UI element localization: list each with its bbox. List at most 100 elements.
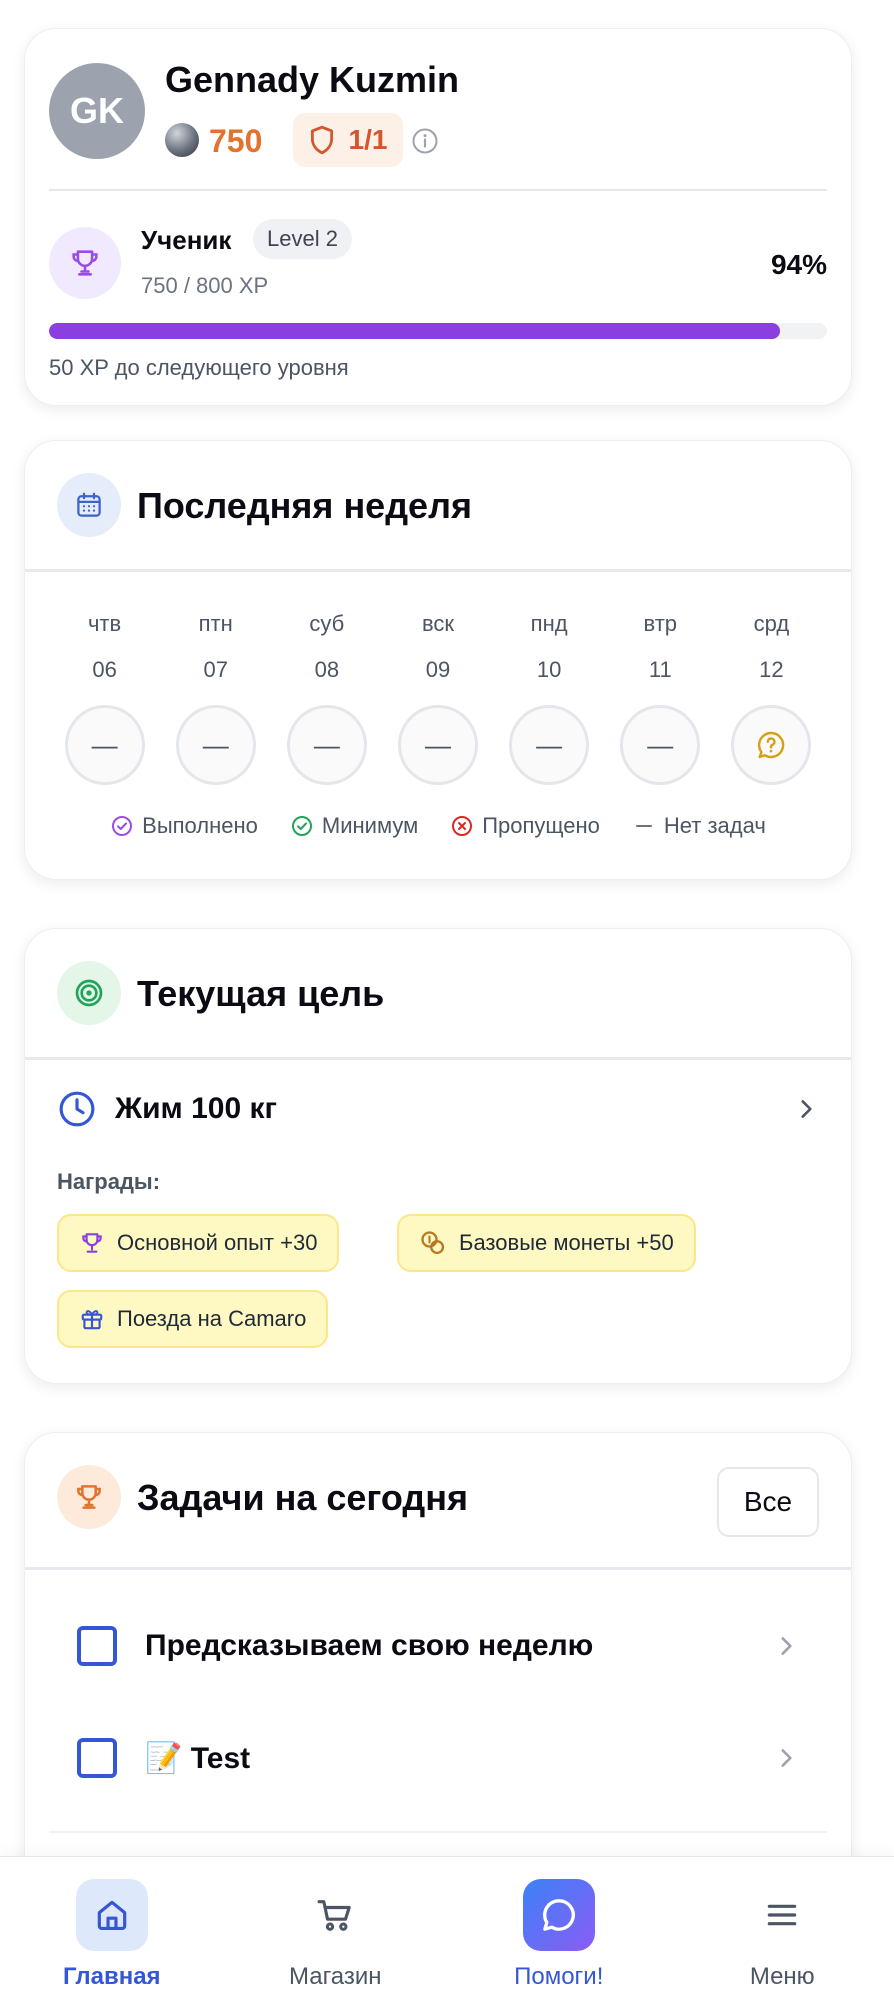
legend-minimum: Минимум [290, 813, 418, 839]
day-number: 11 [648, 657, 672, 682]
day-column[interactable]: пнд 10 — [494, 611, 605, 785]
reward-chip: Базовые монеты +50 [397, 1214, 696, 1272]
day-name: птн [198, 611, 233, 636]
profile-card: GK Gennady Kuzmin 750 1/1 Ученик Level 2… [24, 28, 852, 406]
coins-icon [421, 1231, 445, 1255]
tasks-title: Задачи на сегодня [137, 1477, 469, 1518]
day-column[interactable]: птн 07 — [160, 611, 271, 785]
avatar[interactable]: GK [49, 63, 145, 159]
home-icon [97, 1900, 126, 1931]
legend-done: Выполнено [110, 813, 258, 839]
day-name: вск [421, 611, 455, 636]
all-tasks-button[interactable]: Все [717, 1467, 819, 1537]
task-item[interactable]: 📝 Test [77, 1723, 799, 1793]
goal-name: Жим 100 кг [115, 1092, 277, 1125]
nav-help-label: Помоги! [514, 1963, 604, 1990]
reward-label: Основной опыт +30 [117, 1230, 318, 1255]
week-header-divider [25, 569, 851, 572]
trophy-icon [72, 250, 98, 276]
nav-help[interactable]: Помоги! [447, 1857, 671, 2008]
nav-menu-label: Меню [749, 1963, 815, 1990]
shield-icon [310, 125, 333, 155]
xp-progress-text: 750 / 800 XP [141, 273, 269, 298]
coin-icon [165, 123, 199, 157]
day-status-circle[interactable]: — [286, 705, 367, 785]
day-status-circle[interactable]: — [175, 705, 256, 785]
goal-header-divider [25, 1057, 851, 1060]
day-column[interactable]: вск 09 — [382, 611, 493, 785]
chevron-right-icon [801, 1100, 812, 1118]
trophy-icon [82, 1233, 102, 1253]
coin-balance: 750 [209, 123, 263, 159]
day-column-today[interactable]: срд 12 [716, 611, 827, 785]
chevron-right-icon [781, 1637, 792, 1655]
user-name: Gennady Kuzmin [165, 59, 460, 100]
dash-icon [635, 825, 652, 827]
goal-card: Текущая цель Жим 100 кг Награды: Основно… [24, 928, 852, 1384]
day-status-circle[interactable]: — [620, 705, 701, 785]
task-list-divider [49, 1831, 827, 1833]
day-name: втр [643, 611, 678, 636]
info-icon[interactable] [411, 127, 439, 155]
task-title: Предсказываем свою неделю [145, 1629, 594, 1662]
day-column[interactable]: чтв 06 — [49, 611, 160, 785]
legend-none: Нет задач [632, 813, 766, 839]
rewards-label: Награды: [57, 1169, 161, 1194]
chat-bubble-icon [542, 1899, 575, 1931]
legend-missed-label: Пропущено [482, 813, 600, 838]
level-title: Ученик [141, 225, 232, 255]
current-goal-row[interactable]: Жим 100 кг [57, 1081, 819, 1137]
reward-label: Базовые монеты +50 [459, 1230, 674, 1255]
level-badge: Level 2 [253, 219, 352, 259]
goal-card-title: Текущая цель [137, 973, 385, 1014]
check-circle-purple-icon [112, 816, 133, 836]
day-number: 10 [536, 657, 562, 682]
chevron-right-icon [781, 1749, 792, 1767]
shield-badge[interactable]: 1/1 [293, 113, 403, 167]
check-circle-green-icon [291, 816, 312, 836]
home-screen: GK Gennady Kuzmin 750 1/1 Ученик Level 2… [0, 0, 894, 2008]
nav-home[interactable]: Главная [0, 1857, 224, 2008]
task-checkbox[interactable] [77, 1626, 117, 1666]
nav-home-label: Главная [62, 1963, 161, 1990]
day-status-circle-today[interactable] [731, 705, 812, 785]
day-name: суб [309, 611, 345, 636]
trophy-icon [77, 1485, 101, 1509]
day-number: 08 [314, 657, 340, 682]
nav-shop-label: Магазин [288, 1963, 382, 1990]
week-title: Последняя неделя [137, 485, 472, 526]
week-days: чтв 06 — птн 07 — суб 08 — вск 09 — пнд [49, 611, 827, 785]
task-checkbox[interactable] [77, 1738, 117, 1778]
cart-icon [317, 1900, 351, 1931]
profile-divider [49, 189, 827, 191]
day-status-circle[interactable]: — [64, 705, 145, 785]
reward-chip: Основной опыт +30 [57, 1214, 340, 1272]
day-number: 12 [759, 657, 784, 682]
gift-icon [81, 1310, 103, 1330]
legend-minimum-label: Минимум [321, 813, 419, 838]
shield-count: 1/1 [348, 124, 388, 155]
legend-missed: Пропущено [450, 813, 600, 839]
task-title: 📝 Test [145, 1741, 251, 1775]
day-number: 06 [92, 657, 117, 682]
day-number: 09 [425, 657, 451, 682]
xp-progress-fill [49, 323, 781, 339]
xp-to-next-level: 50 XP до следующего уровня [49, 355, 349, 380]
day-column[interactable]: втр 11 — [605, 611, 716, 785]
day-name: пнд [530, 611, 568, 636]
day-column[interactable]: суб 08 — [271, 611, 382, 785]
calendar-icon [77, 492, 101, 517]
day-status-circle[interactable]: — [509, 705, 590, 785]
legend-none-label: Нет задач [663, 813, 766, 838]
task-item[interactable]: Предсказываем свою неделю [77, 1611, 799, 1681]
x-circle-icon [452, 816, 473, 836]
nav-shop[interactable]: Магазин [224, 1857, 448, 2008]
target-icon-badge [57, 961, 121, 1025]
nav-menu[interactable]: Меню [671, 1857, 894, 2008]
week-card: Последняя неделя чтв 06 — птн 07 — суб 0… [24, 440, 852, 880]
chat-icon-wrap [522, 1879, 595, 1951]
calendar-icon-badge [57, 473, 121, 537]
target-icon [75, 979, 103, 1007]
xp-progress-bar [49, 323, 827, 339]
day-status-circle[interactable]: — [397, 705, 478, 785]
